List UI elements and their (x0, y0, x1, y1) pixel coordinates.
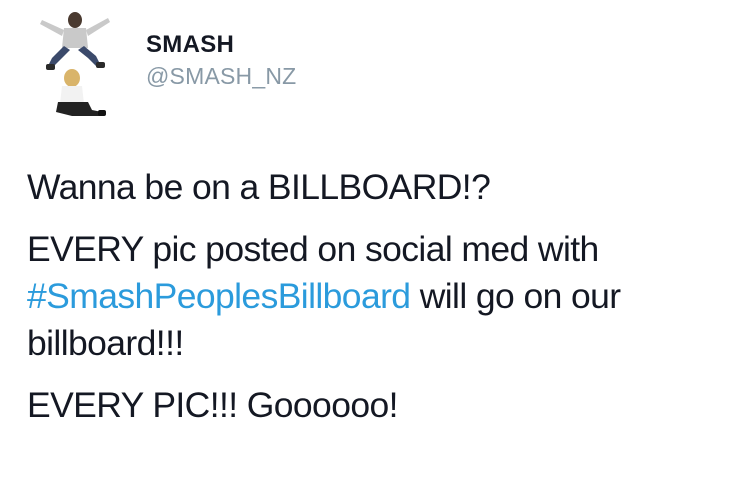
user-handle[interactable]: @SMASH_NZ (146, 62, 296, 90)
tweet-paragraph-every-pic: EVERY pic posted on social med with #Sma… (27, 226, 747, 367)
tweet-line-goooo: EVERY PIC!!! Goooooo! (27, 385, 399, 425)
tweet-text: Wanna be on a BILLBOARD!? EVERY pic post… (27, 164, 747, 444)
tweet-line-suffix: will go on our (410, 276, 621, 316)
hashtag-link[interactable]: #SmashPeoplesBillboard (27, 276, 411, 316)
tweet-line-billboard-end: billboard!!! (27, 323, 184, 363)
tweet-line-social: EVERY pic posted on social med with (27, 229, 599, 269)
tweet-line-billboard: Wanna be on a BILLBOARD!? (27, 167, 491, 207)
profile-photo-icon (40, 12, 110, 116)
display-name[interactable]: SMASH (146, 31, 296, 59)
user-info: SMASH @SMASH_NZ (146, 31, 296, 90)
avatar[interactable] (22, 6, 130, 118)
tweet-card: SMASH @SMASH_NZ Wanna be on a BILLBOARD!… (0, 0, 750, 484)
